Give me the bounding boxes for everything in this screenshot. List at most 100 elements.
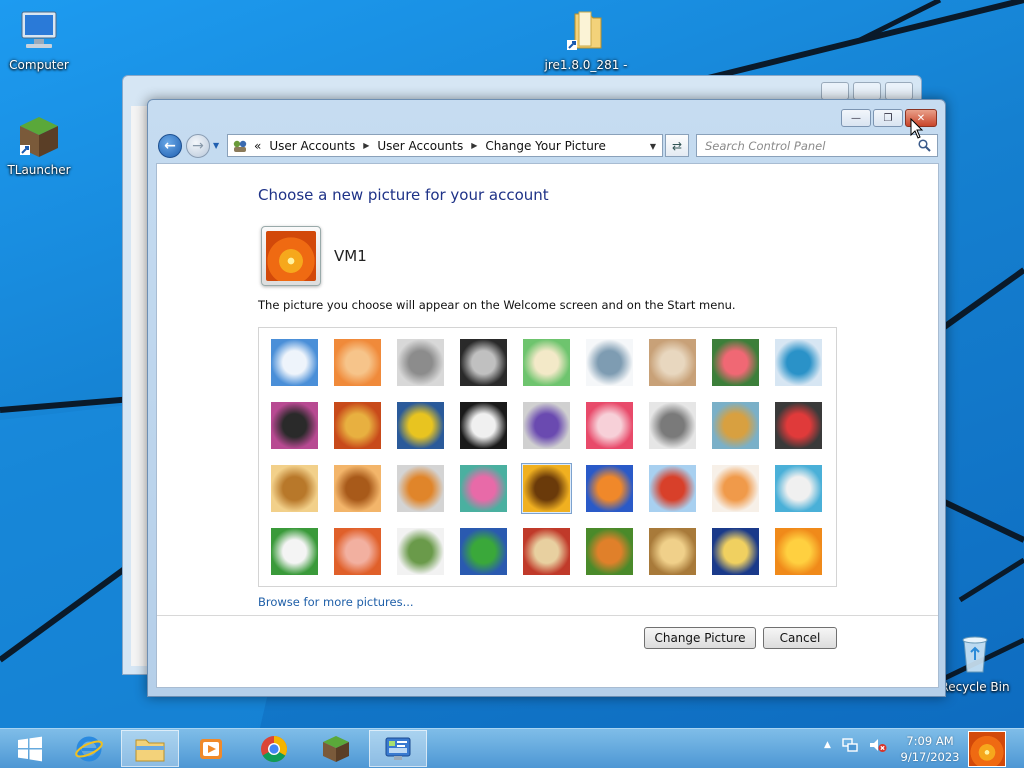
stairs-picture [712, 402, 759, 449]
crayons-picture [523, 402, 570, 449]
clock-date: 9/17/2023 [900, 750, 960, 764]
change-picture-button[interactable]: Change Picture [644, 627, 756, 649]
breadcrumb-change-picture[interactable]: Change Your Picture [485, 139, 605, 153]
picture-option-paper-crane[interactable] [773, 400, 824, 451]
taskbar-file-explorer[interactable] [121, 730, 179, 767]
arrow-right-icon: → [192, 138, 204, 154]
picture-option-puppy[interactable] [332, 463, 383, 514]
picture-option-roller-coaster[interactable] [269, 337, 320, 388]
browse-more-pictures-link[interactable]: Browse for more pictures... [258, 595, 414, 609]
taskbar-user-avatar[interactable] [968, 731, 1006, 767]
guitar-picture [271, 465, 318, 512]
picture-option-soccer-ball[interactable] [269, 526, 320, 577]
breadcrumb-overflow[interactable]: « [254, 139, 261, 153]
picture-option-pinwheel[interactable] [773, 337, 824, 388]
maximize-button[interactable]: ❐ [873, 109, 903, 127]
picture-option-stairs[interactable] [710, 400, 761, 451]
picture-option-starfish[interactable] [332, 337, 383, 388]
taskbar-minecraft[interactable] [307, 730, 365, 767]
control-panel-icon [385, 737, 411, 760]
butterfly-picture [586, 528, 633, 575]
taskbar-control-panel[interactable] [369, 730, 427, 767]
picture-option-rug[interactable] [521, 526, 572, 577]
refresh-icon: ⇄ [671, 138, 683, 153]
address-dropdown-icon[interactable]: ▼ [646, 138, 660, 154]
close-icon[interactable] [885, 82, 913, 100]
picture-option-toy-robot[interactable] [395, 463, 446, 514]
picture-option-dog-border-collie[interactable] [458, 400, 509, 451]
picture-option-kitten[interactable] [647, 337, 698, 388]
flower-picture [712, 339, 759, 386]
network-icon[interactable] [841, 737, 859, 753]
show-hidden-icons-icon[interactable]: ▲ [824, 740, 831, 750]
breadcrumb-user-accounts-2[interactable]: User Accounts [377, 139, 463, 153]
picture-option-star-lantern[interactable] [584, 400, 635, 451]
picture-option-leaf[interactable] [395, 400, 446, 451]
toy-robot-picture [397, 465, 444, 512]
control-panel-icon [232, 139, 248, 153]
picture-option-butterfly[interactable] [584, 526, 635, 577]
cancel-button[interactable]: Cancel [763, 627, 837, 649]
picture-option-robot-figure[interactable] [395, 337, 446, 388]
picture-option-sailboat[interactable] [773, 463, 824, 514]
picture-option-ball[interactable] [269, 400, 320, 451]
divider [157, 615, 938, 616]
window-picture [460, 528, 507, 575]
picture-option-flower[interactable] [710, 337, 761, 388]
breadcrumb-user-accounts[interactable]: User Accounts [269, 139, 355, 153]
picture-option-marbles[interactable] [395, 526, 446, 577]
picture-option-fish[interactable] [584, 463, 635, 514]
start-button[interactable] [4, 731, 56, 767]
picture-grid [269, 337, 824, 577]
chevron-right-icon[interactable]: ▶ [363, 141, 369, 150]
back-button[interactable]: ← [158, 134, 182, 158]
refresh-button[interactable]: ⇄ [665, 134, 689, 157]
volume-muted-icon[interactable] [869, 737, 887, 753]
marbles-picture [397, 528, 444, 575]
picture-option-lighthouse[interactable] [710, 526, 761, 577]
taskbar-chrome[interactable] [245, 730, 303, 767]
account-name: VM1 [334, 247, 367, 265]
search-icon[interactable] [918, 139, 931, 152]
picture-option-scarf[interactable] [458, 463, 509, 514]
picture-option-doll[interactable] [710, 463, 761, 514]
picture-option-jacks[interactable] [647, 400, 698, 451]
forward-button[interactable]: → [186, 134, 210, 158]
taskbar-media-player[interactable] [182, 730, 240, 767]
minimize-button[interactable]: — [841, 109, 871, 127]
picture-option-window[interactable] [458, 526, 509, 577]
minimize-icon[interactable] [821, 82, 849, 100]
record-player-picture [460, 339, 507, 386]
picture-option-gyroscope[interactable] [584, 337, 635, 388]
picture-option-fabric[interactable] [332, 400, 383, 451]
address-bar[interactable]: « User Accounts ▶ User Accounts ▶ Change… [227, 134, 663, 157]
picture-option-crayons[interactable] [521, 400, 572, 451]
star-lantern-picture [586, 402, 633, 449]
maximize-icon[interactable] [853, 82, 881, 100]
change-picture-window[interactable]: — ❐ ✕ ← → ▼ « User Accounts ▶ User Accou… [147, 99, 946, 697]
taskbar-internet-explorer[interactable] [60, 730, 118, 767]
picture-option-record-player[interactable] [458, 337, 509, 388]
desktop-icon-jre-folder[interactable]: jre1.8.0_281 - [543, 8, 629, 72]
picture-option-guitar[interactable] [269, 463, 320, 514]
arrow-left-icon: ← [164, 138, 176, 154]
desktop-icon-tlauncher[interactable]: TLauncher [1, 113, 77, 177]
computer-icon [16, 8, 62, 54]
desktop-icon-computer[interactable]: Computer [1, 8, 77, 72]
picture-option-hot-air-balloon[interactable] [647, 463, 698, 514]
jacks-picture [649, 402, 696, 449]
search-placeholder: Search Control Panel [705, 139, 826, 153]
picture-gallery [258, 327, 837, 587]
picture-option-stripes[interactable] [332, 526, 383, 577]
taskbar-clock[interactable]: 7:09 AM 9/17/2023 [895, 733, 965, 765]
minecraft-block-icon [16, 113, 62, 159]
picture-option-lucky-cat[interactable] [521, 337, 572, 388]
picture-option-orange-flower[interactable] [773, 526, 824, 577]
current-account-picture [261, 226, 321, 286]
picture-option-basket[interactable] [647, 526, 698, 577]
recent-pages-dropdown[interactable]: ▼ [213, 141, 223, 151]
picture-option-sunflower[interactable] [521, 463, 572, 514]
desktop-icon-recycle-bin[interactable]: Recycle Bin [937, 630, 1013, 694]
search-input[interactable]: Search Control Panel [696, 134, 938, 157]
chevron-right-icon[interactable]: ▶ [471, 141, 477, 150]
